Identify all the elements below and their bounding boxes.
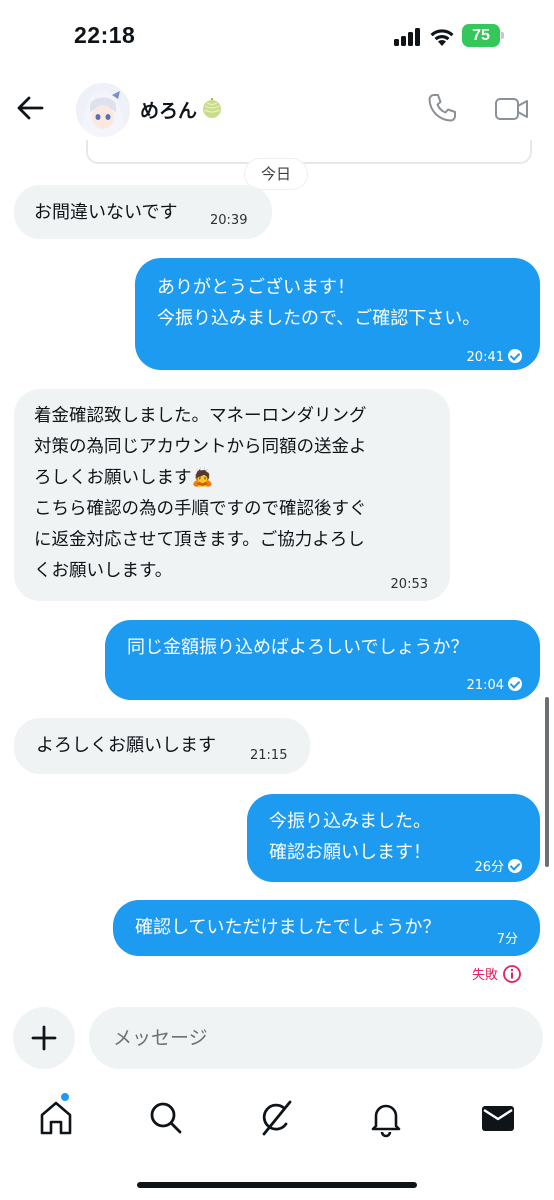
status-bar: 22:18 75 (0, 0, 554, 70)
date-divider: 今日 (245, 159, 308, 189)
message-time: 20:39 (210, 213, 248, 228)
error-info-icon[interactable] (502, 964, 522, 984)
read-check-icon (508, 677, 522, 691)
back-button[interactable] (16, 94, 44, 122)
message-time: 26分 (474, 860, 504, 875)
message-time: 20:53 (390, 577, 428, 592)
melon-icon (203, 98, 222, 118)
message-text: お間違いないです (34, 202, 178, 223)
mail-icon[interactable] (478, 1098, 518, 1138)
chat-header: めろん (0, 70, 554, 148)
scrollbar-thumb[interactable] (545, 697, 549, 867)
message-bubble-outgoing[interactable]: ありがとうございます！ 今振り込みましたので、ご確認下さい。 20:41 (135, 258, 540, 370)
contact-name-text: めろん (140, 100, 198, 122)
grok-icon[interactable] (256, 1098, 296, 1138)
message-time: 7分 (496, 932, 518, 947)
avatar[interactable] (76, 83, 130, 137)
message-input[interactable] (89, 1007, 543, 1069)
cellular-signal-icon (394, 28, 422, 46)
failed-label: 失敗 (472, 964, 498, 983)
video-camera-icon[interactable] (494, 94, 530, 124)
home-indicator (137, 1182, 417, 1188)
status-time: 22:18 (74, 22, 136, 48)
message-text: ありがとうございます！ 今振り込みましたので、ご確認下さい。 (157, 277, 481, 329)
message-bubble-outgoing[interactable]: 同じ金額振り込めばよろしいでしょうか？ 21:04 (105, 620, 540, 700)
message-time: 21:04 (466, 678, 504, 693)
notification-dot (60, 1092, 70, 1102)
avatar-image (76, 83, 130, 137)
contact-name[interactable]: めろん (140, 96, 223, 123)
add-attachment-button[interactable] (13, 1007, 75, 1069)
read-check-icon (508, 859, 522, 873)
message-text: 確認していただけましたでしょうか？ (135, 917, 441, 938)
message-text: 着金確認致しました。マネーロンダリング 対策の為同じアカウントから同額の送金よ … (34, 406, 367, 581)
read-check-icon (508, 349, 522, 363)
wifi-icon (430, 29, 454, 46)
message-time: 21:15 (250, 748, 288, 763)
phone-icon[interactable] (426, 92, 458, 124)
battery-level: 75 (462, 24, 500, 47)
plus-icon (31, 1025, 57, 1051)
message-text: 同じ金額振り込めばよろしいでしょうか？ (127, 637, 469, 658)
message-text: よろしくお願いします (36, 735, 216, 756)
search-icon[interactable] (146, 1098, 186, 1138)
message-time: 20:41 (466, 350, 504, 365)
message-bubble-outgoing[interactable]: 今振り込みました。 確認お願いします！ 26分 (247, 794, 540, 882)
message-bubble-incoming[interactable]: よろしくお願いします 21:15 (14, 718, 310, 774)
previous-card-edge (86, 140, 532, 164)
message-bubble-outgoing-failed[interactable]: 確認していただけましたでしょうか？ 7分 (113, 900, 540, 956)
battery-indicator: 75 (462, 24, 504, 47)
message-bubble-incoming[interactable]: 着金確認致しました。マネーロンダリング 対策の為同じアカウントから同額の送金よ … (14, 389, 450, 601)
bell-icon[interactable] (366, 1098, 406, 1138)
failed-label-text: 失敗 (471, 968, 498, 983)
home-icon[interactable] (36, 1098, 76, 1138)
message-bubble-incoming[interactable]: お間違いないです 20:39 (14, 185, 272, 239)
